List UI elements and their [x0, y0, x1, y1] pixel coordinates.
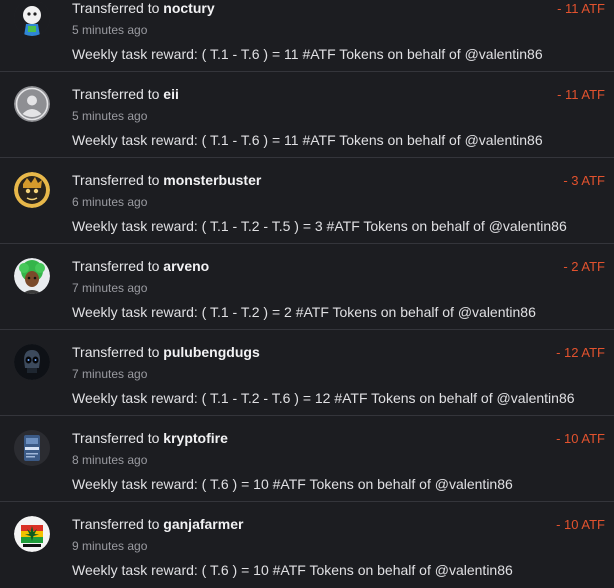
transfer-amount: - 10 ATF [556, 431, 605, 446]
timestamp: 7 minutes ago [72, 367, 148, 381]
transfer-title: Transferred to pulubengdugs [72, 344, 260, 360]
transfer-title: Transferred to kryptofire [72, 430, 228, 446]
transfer-prefix: Transferred to [72, 430, 164, 446]
transfer-memo: Weekly task reward: ( T.6 ) = 10 #ATF To… [72, 562, 513, 578]
timestamp: 5 minutes ago [72, 109, 148, 123]
green-hair-avatar-icon[interactable] [14, 258, 50, 294]
recipient-link[interactable]: monsterbuster [163, 172, 261, 188]
cartoon-character-avatar-icon[interactable] [14, 0, 50, 36]
transfer-row: Transferred to arveno 7 minutes ago Week… [0, 244, 614, 330]
transfer-memo: Weekly task reward: ( T.1 - T.6 ) = 11 #… [72, 132, 543, 148]
recipient-link[interactable]: noctury [163, 0, 214, 16]
transfer-prefix: Transferred to [72, 172, 164, 188]
transfer-memo: Weekly task reward: ( T.1 - T.2 - T.5 ) … [72, 218, 567, 234]
recipient-link[interactable]: ganjafarmer [163, 516, 243, 532]
default-user-avatar-icon[interactable] [14, 86, 50, 122]
transfer-prefix: Transferred to [72, 516, 164, 532]
transfer-prefix: Transferred to [72, 0, 164, 16]
skull-avatar-icon[interactable] [14, 344, 50, 380]
transfer-title: Transferred to noctury [72, 0, 215, 16]
transfer-list: Transferred to noctury 5 minutes ago Wee… [0, 0, 614, 588]
recipient-link[interactable]: kryptofire [163, 430, 228, 446]
transfer-amount: - 11 ATF [557, 87, 605, 102]
transfer-row: Transferred to monsterbuster 6 minutes a… [0, 158, 614, 244]
transfer-amount: - 12 ATF [556, 345, 605, 360]
transfer-row: Transferred to pulubengdugs 7 minutes ag… [0, 330, 614, 416]
transfer-memo: Weekly task reward: ( T.6 ) = 10 #ATF To… [72, 476, 513, 492]
transfer-title: Transferred to ganjafarmer [72, 516, 243, 532]
timestamp: 5 minutes ago [72, 23, 148, 37]
transfer-amount: - 2 ATF [563, 259, 605, 274]
transfer-amount: - 10 ATF [556, 517, 605, 532]
transfer-memo: Weekly task reward: ( T.1 - T.2 ) = 2 #A… [72, 304, 536, 320]
recipient-link[interactable]: pulubengdugs [163, 344, 259, 360]
transfer-title: Transferred to monsterbuster [72, 172, 261, 188]
timestamp: 9 minutes ago [72, 539, 148, 553]
transfer-prefix: Transferred to [72, 344, 164, 360]
transfer-memo: Weekly task reward: ( T.1 - T.2 - T.6 ) … [72, 390, 575, 406]
monster-avatar-icon[interactable] [14, 172, 50, 208]
transfer-title: Transferred to eii [72, 86, 179, 102]
timestamp: 7 minutes ago [72, 281, 148, 295]
timestamp: 6 minutes ago [72, 195, 148, 209]
recipient-link[interactable]: eii [163, 86, 179, 102]
card-avatar-icon[interactable] [14, 430, 50, 466]
leaf-flag-avatar-icon[interactable] [14, 516, 50, 552]
transfer-row: Transferred to ganjafarmer 9 minutes ago… [0, 502, 614, 588]
recipient-link[interactable]: arveno [163, 258, 209, 274]
transfer-row: Transferred to kryptofire 8 minutes ago … [0, 416, 614, 502]
transfer-title: Transferred to arveno [72, 258, 209, 274]
transfer-memo: Weekly task reward: ( T.1 - T.6 ) = 11 #… [72, 46, 543, 62]
transfer-prefix: Transferred to [72, 258, 164, 274]
transfer-amount: - 3 ATF [563, 173, 605, 188]
transfer-amount: - 11 ATF [557, 1, 605, 16]
transfer-row: Transferred to noctury 5 minutes ago Wee… [0, 0, 614, 72]
timestamp: 8 minutes ago [72, 453, 148, 467]
transfer-prefix: Transferred to [72, 86, 164, 102]
transfer-row: Transferred to eii 5 minutes ago Weekly … [0, 72, 614, 158]
